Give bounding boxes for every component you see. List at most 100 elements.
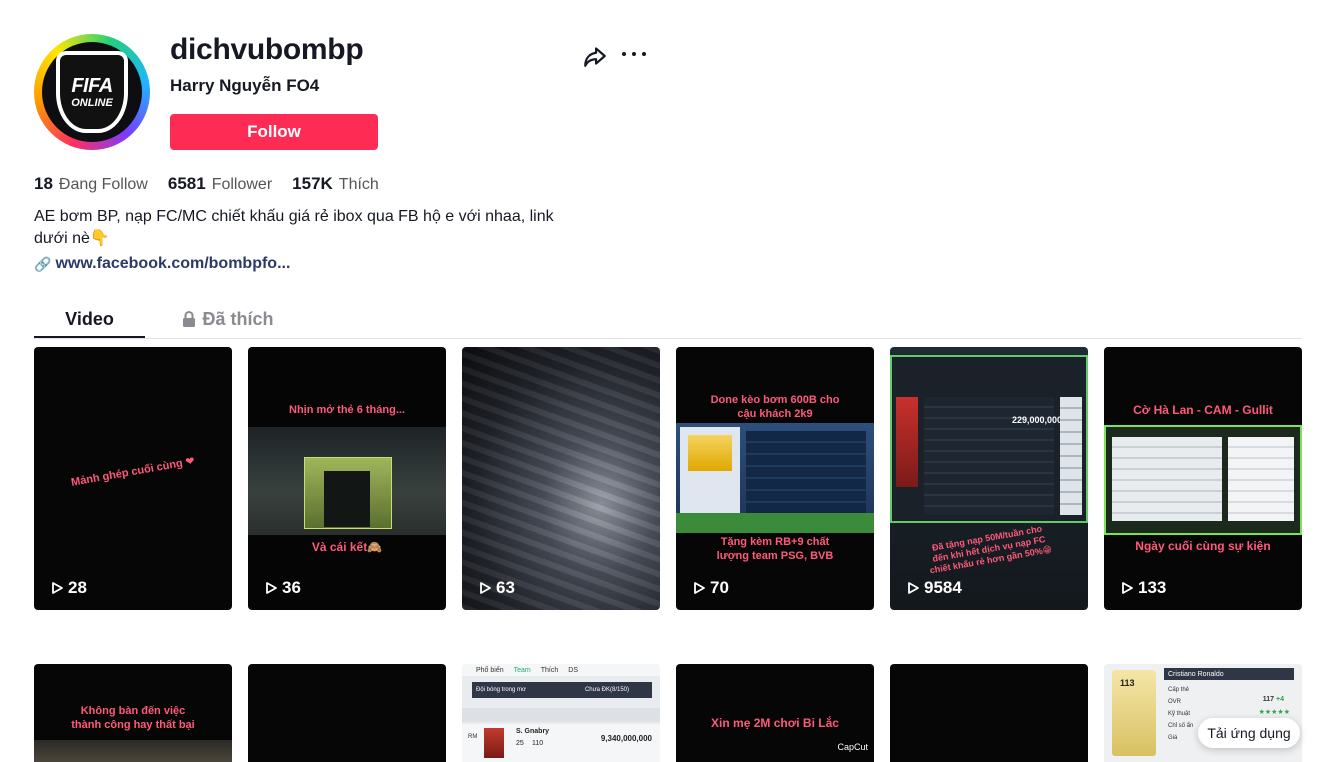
video-views: 9584 xyxy=(906,578,962,598)
video-card-3[interactable]: 63 xyxy=(462,347,660,610)
video-thumbnail-scene xyxy=(1104,425,1302,535)
play-icon xyxy=(480,582,491,594)
video-thumbnail-scene xyxy=(34,740,232,762)
play-icon xyxy=(908,582,919,594)
player-row: RM S. Gnabry 25 110 9,340,000,000 xyxy=(462,724,660,762)
play-icon xyxy=(694,582,705,594)
follower-value: 6581 xyxy=(167,174,206,193)
player-price: 9,340,000,000 xyxy=(600,734,652,743)
video-thumbnail-scene xyxy=(248,427,446,535)
video-view-count: 9584 xyxy=(924,578,962,597)
tab-liked-label: Đã thích xyxy=(202,308,274,329)
video-card-11[interactable] xyxy=(890,664,1088,762)
ovr-value: 117 xyxy=(1262,696,1275,703)
game-menu-bar: Phổ biến Team Thích DS xyxy=(462,664,660,676)
video-card-2[interactable]: Nhịn mở thẻ 6 tháng... Và cái kết🙈 36 xyxy=(248,347,446,610)
video-view-count: 133 xyxy=(1138,578,1167,597)
bio-line-2: dưới nè👇 xyxy=(34,230,110,247)
video-caption-top: Done kèo bơm 600B cho cậu khách 2k9 xyxy=(710,394,840,420)
follower-label: Follower xyxy=(211,176,273,193)
video-card-9[interactable]: Phổ biến Team Thích DS Đội bóng trong mơ… xyxy=(462,664,660,762)
play-icon xyxy=(52,582,63,594)
video-card-1[interactable]: Mảnh ghép cuối cùng ❤ 28 xyxy=(34,347,232,610)
player-level: 25 xyxy=(516,740,524,747)
video-caption-top: Cờ Hà Lan - CAM - Gullit xyxy=(1133,403,1273,417)
squad-list xyxy=(1112,437,1222,521)
player-attribute-labels: Cấp thẻ OVR Kỹ thuật Chỉ số ẩn Giá xyxy=(1168,684,1193,744)
tab-liked[interactable]: Đã thích xyxy=(178,300,278,338)
game-menu-item: Phổ biến xyxy=(476,666,504,674)
share-icon[interactable] xyxy=(582,43,608,69)
play-icon xyxy=(1122,582,1133,594)
player-ovr-value: 117 +4 xyxy=(1263,696,1284,703)
avatar-logo-text-1: FIFA xyxy=(71,74,113,97)
profile-link-text: www.facebook.com/bombpfo... xyxy=(55,255,291,272)
avatar-inner: FIFA ONLINE xyxy=(42,42,142,142)
profile-avatar[interactable]: FIFA ONLINE xyxy=(34,34,150,150)
video-caption-bottom: Và cái kết🙈 xyxy=(311,540,383,554)
player-card-ovr: 113 xyxy=(1120,678,1135,688)
video-thumbnail-scene xyxy=(676,423,874,533)
tab-video[interactable]: Video xyxy=(34,300,145,338)
profile-username: dichvubombp xyxy=(170,33,364,66)
bio-line-1: AE bơm BP, nạp FC/MC chiết khấu giá rẻ i… xyxy=(34,208,554,225)
skill-stars: ★★★★★ xyxy=(1258,709,1290,716)
likes-label: Thích xyxy=(338,176,379,193)
player-image xyxy=(484,728,504,758)
video-caption-bottom: Ngày cuối cùng sự kiện xyxy=(1135,539,1271,553)
follow-button[interactable]: Follow xyxy=(170,114,378,150)
following-count[interactable]: 18 Đang Follow xyxy=(34,174,148,194)
video-card-10[interactable]: Xin mẹ 2M chơi Bi Lắc CapCut xyxy=(676,664,874,762)
video-views: 63 xyxy=(478,578,515,598)
lock-icon xyxy=(183,311,196,327)
game-menu-item: Team xyxy=(513,666,531,674)
player-card-image xyxy=(688,435,732,471)
video-card-6[interactable]: Cờ Hà Lan - CAM - Gullit Ngày cuối cùng … xyxy=(1104,347,1302,610)
video-caption-bottom: Tặng kèm RB+9 chất lượng team PSG, BVB xyxy=(716,536,834,562)
video-caption-bottom: Đã tặng nạp 50M/tuần cho đến khi hết dịc… xyxy=(928,523,1053,576)
link-icon: 🔗 xyxy=(34,255,52,272)
squad-list xyxy=(746,431,866,525)
more-options-icon[interactable] xyxy=(622,44,646,64)
video-caption-top: Nhịn mở thẻ 6 tháng... xyxy=(289,404,405,416)
likes-value: 157K xyxy=(292,174,333,193)
follower-count[interactable]: 6581 Follower xyxy=(168,174,272,194)
video-view-count: 70 xyxy=(710,578,729,597)
attribute-label: OVR xyxy=(1168,699,1182,705)
video-views: 28 xyxy=(50,578,87,598)
player-name: S. Gnabry xyxy=(516,728,550,735)
video-card-8[interactable] xyxy=(248,664,446,762)
game-menu-item: Thích xyxy=(540,666,559,674)
club-label: Đội bóng trong mơ xyxy=(472,682,562,698)
open-app-button[interactable]: Tải ứng dụng xyxy=(1198,718,1300,748)
profile-tabs: Video Đã thích xyxy=(34,300,1302,339)
video-card-5[interactable]: 229,000,000 Đã tặng nạp 50M/tuần cho đến… xyxy=(890,347,1088,610)
video-views: 70 xyxy=(692,578,729,598)
side-list xyxy=(1060,397,1082,515)
ovr-plus: +4 xyxy=(1276,696,1284,703)
player-card: 113 xyxy=(1112,670,1156,756)
player-name-bar: Cristiano Ronaldo xyxy=(1164,668,1294,680)
stats-list xyxy=(1228,437,1294,521)
tunnel-door xyxy=(324,471,370,527)
video-caption: Mảnh ghép cuối cùng ❤ xyxy=(70,455,196,489)
game-menu-item: DS xyxy=(568,666,579,674)
video-views: 36 xyxy=(264,578,301,598)
player-ovr: 110 xyxy=(532,740,544,747)
video-caption: Xin mẹ 2M chơi Bi Lắc xyxy=(711,716,839,730)
video-view-count: 28 xyxy=(68,578,87,597)
active-tab-underline xyxy=(34,336,145,338)
profile-link[interactable]: 🔗 www.facebook.com/bombpfo... xyxy=(34,255,290,273)
profile-stats: 18 Đang Follow 6581 Follower 157K Thích xyxy=(34,174,379,194)
squad-count: Chưa ĐK(8/150) xyxy=(562,682,652,698)
player-figure xyxy=(896,397,918,487)
following-value: 18 xyxy=(34,174,53,193)
video-card-7[interactable]: Không bàn đến việc thành công hay thất b… xyxy=(34,664,232,762)
following-label: Đang Follow xyxy=(58,176,148,193)
video-card-4[interactable]: Done kèo bơm 600B cho cậu khách 2k9 Tặng… xyxy=(676,347,874,610)
price-text: 229,000,000 xyxy=(1012,415,1063,425)
video-thumbnail-scene xyxy=(462,347,660,610)
attribute-label: Cấp thẻ xyxy=(1168,687,1190,693)
player-position: RM xyxy=(468,734,478,740)
avatar-logo-text-2: ONLINE xyxy=(71,96,113,109)
